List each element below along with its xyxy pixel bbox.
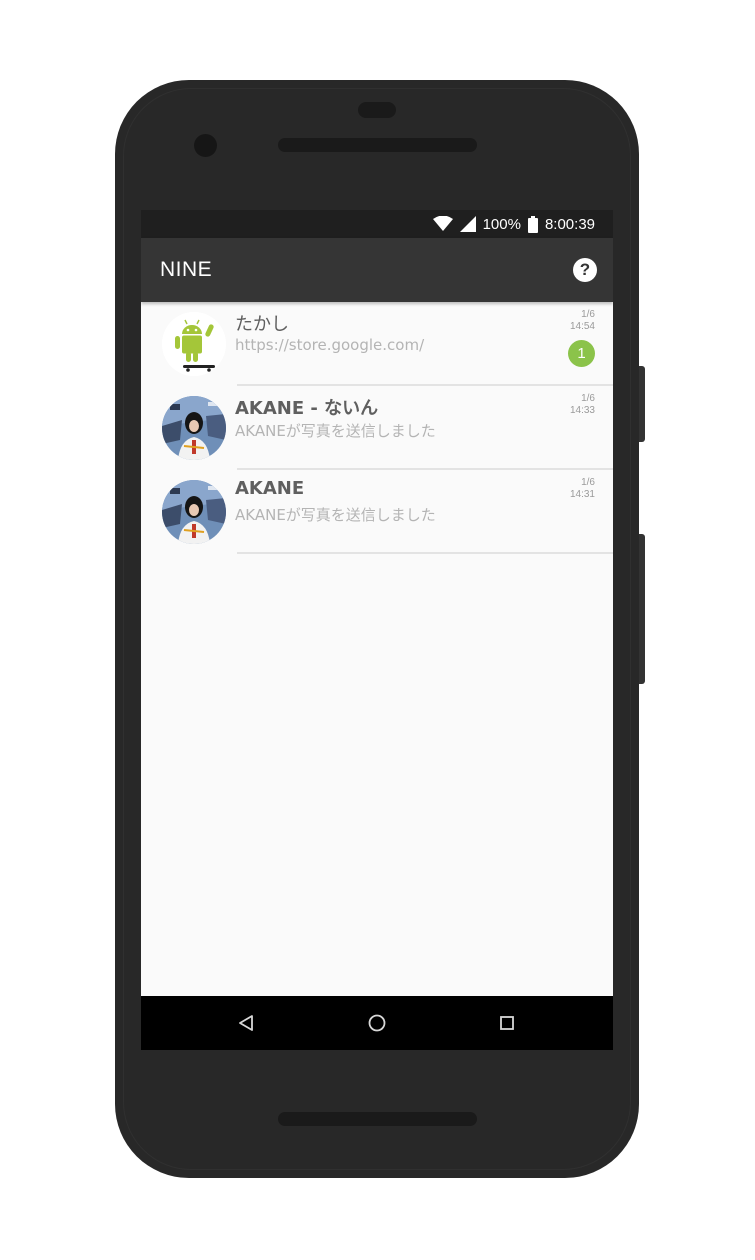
- app-title: NINE: [160, 258, 213, 281]
- home-icon[interactable]: [364, 1010, 390, 1036]
- help-icon[interactable]: ?: [573, 258, 597, 282]
- date: 1/6: [581, 309, 595, 320]
- back-icon[interactable]: [233, 1010, 259, 1036]
- navigation-bar: [141, 996, 613, 1050]
- contact-name: AKANE - ないん: [235, 398, 379, 419]
- app-bar: NINE ?: [141, 238, 613, 302]
- divider: [237, 552, 613, 554]
- front-camera: [194, 134, 217, 157]
- battery-level: 100%: [482, 215, 521, 233]
- avatar: [162, 480, 226, 544]
- recents-icon[interactable]: [494, 1010, 520, 1036]
- timestamp: 1/6 14:54: [555, 309, 595, 333]
- android-skateboard-icon: [162, 312, 226, 376]
- date: 1/6: [581, 393, 595, 404]
- conversation-item[interactable]: たかし https://store.google.com/ 1/6 14:54 …: [141, 302, 613, 386]
- timestamp: 1/6 14:31: [555, 477, 595, 501]
- time: 14:33: [569, 405, 595, 416]
- photo-avatar-icon: [162, 396, 226, 460]
- date: 1/6: [581, 477, 595, 488]
- time: 14:54: [569, 321, 595, 332]
- contact-name: AKANE: [235, 478, 305, 499]
- time: 14:31: [569, 489, 595, 500]
- signal-icon: [459, 216, 476, 232]
- photo-avatar-icon: [162, 480, 226, 544]
- battery-icon: [527, 215, 538, 233]
- volume-button: [639, 534, 645, 684]
- timestamp: 1/6 14:33: [555, 393, 595, 417]
- last-message: https://store.google.com/: [235, 336, 425, 354]
- wifi-icon: [432, 216, 453, 232]
- status-bar: 100% 8:00:39: [141, 210, 613, 238]
- proximity-sensor: [358, 102, 396, 118]
- status-icons: 100% 8:00:39: [432, 210, 595, 238]
- last-message: AKANEが写真を送信しました: [235, 506, 436, 524]
- clock: 8:00:39: [544, 215, 595, 233]
- contact-name: たかし: [235, 314, 289, 335]
- unread-badge: 1: [568, 340, 595, 367]
- conversation-list: たかし https://store.google.com/ 1/6 14:54 …: [141, 302, 613, 554]
- avatar: [162, 312, 226, 376]
- conversation-item[interactable]: AKANE - ないん AKANEが写真を送信しました 1/6 14:33: [141, 386, 613, 470]
- conversation-item[interactable]: AKANE AKANEが写真を送信しました 1/6 14:31: [141, 470, 613, 554]
- last-message: AKANEが写真を送信しました: [235, 422, 436, 440]
- screen: 100% 8:00:39 NINE ? たかし https://store.go…: [141, 210, 613, 1050]
- earpiece-speaker: [278, 138, 477, 152]
- avatar: [162, 396, 226, 460]
- bottom-speaker: [278, 1112, 477, 1126]
- power-button: [639, 366, 645, 442]
